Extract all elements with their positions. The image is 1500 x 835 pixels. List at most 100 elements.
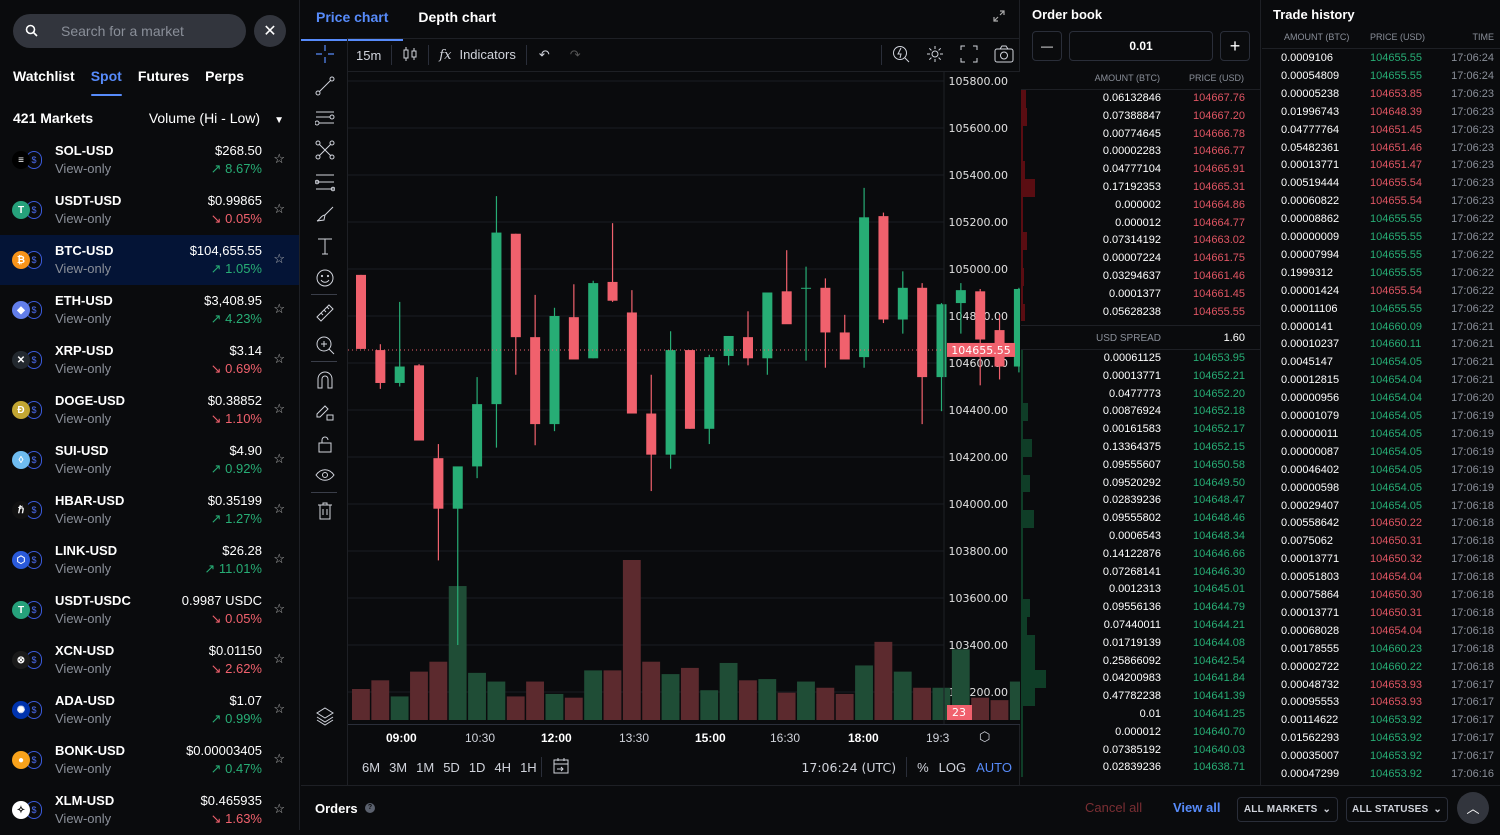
star-icon[interactable]: ☆ — [273, 451, 285, 467]
clock-readout[interactable]: 17:06:24 (UTC) — [801, 760, 896, 775]
bid-row[interactable]: 0.00061125 104653.95 — [1021, 350, 1261, 368]
ask-row[interactable]: 0.05628238 104655.55 — [1021, 303, 1261, 322]
horizontal-lines-icon[interactable] — [301, 102, 348, 134]
crosshair-icon[interactable] — [301, 38, 348, 70]
market-row[interactable]: ₿ $ BTC-USD View-only $104,655.55 ↗ 1.05% ☆ — [0, 235, 299, 285]
percent-scale-toggle[interactable]: % — [917, 760, 929, 775]
market-row[interactable]: T $ USDT-USD View-only $0.99865 ↘ 0.05% ☆ — [0, 185, 299, 235]
range-1h[interactable]: 1H — [520, 760, 537, 775]
ask-row[interactable]: 0.07314192 104663.02 — [1021, 232, 1261, 251]
range-4h[interactable]: 4H — [494, 760, 511, 775]
bid-row[interactable]: 0.0012313 104645.01 — [1021, 581, 1261, 600]
layers-icon[interactable] — [301, 700, 348, 732]
star-icon[interactable]: ☆ — [273, 601, 285, 617]
bid-row[interactable]: 0.0477773 104652.20 — [1021, 385, 1261, 404]
status-filter-dropdown[interactable]: ALL STATUSES ⌄ — [1346, 797, 1448, 822]
ask-row[interactable]: 0.00007224 104661.75 — [1021, 250, 1261, 268]
market-row[interactable]: ● $ BONK-USD View-only $0.00003405 ↗ 0.47% ☆ — [0, 735, 299, 785]
lock-drawing-icon[interactable] — [301, 396, 348, 428]
zoom-in-icon[interactable] — [301, 329, 348, 361]
star-icon[interactable]: ☆ — [273, 351, 285, 367]
pattern-icon[interactable] — [301, 134, 348, 166]
unlock-icon[interactable] — [301, 428, 348, 460]
bid-row[interactable]: 0.02839236 104648.47 — [1021, 492, 1261, 511]
tab-spot[interactable]: Spot — [90, 68, 122, 96]
star-icon[interactable]: ☆ — [273, 701, 285, 717]
bid-row[interactable]: 0.04200983 104641.84 — [1021, 670, 1261, 689]
bid-row[interactable]: 0.02839236 104638.71 — [1021, 759, 1261, 778]
market-row[interactable]: ◆ $ ETH-USD View-only $3,408.95 ↗ 4.23% ☆ — [0, 285, 299, 335]
market-row[interactable]: ≡ $ SOL-USD View-only $268.50 ↗ 8.67% ☆ — [0, 135, 299, 185]
tab-depth-chart[interactable]: Depth chart — [418, 0, 496, 38]
camera-icon[interactable] — [994, 45, 1014, 66]
star-icon[interactable]: ☆ — [273, 151, 285, 167]
close-search-button[interactable]: ✕ — [254, 15, 286, 47]
decrease-step-button[interactable]: — — [1032, 31, 1062, 61]
range-1m[interactable]: 1M — [416, 760, 434, 775]
sort-dropdown[interactable]: Volume (Hi - Low) ▼ — [149, 110, 288, 126]
markets-filter-dropdown[interactable]: ALL MARKETS ⌄ — [1237, 797, 1338, 822]
fib-icon[interactable] — [301, 166, 348, 198]
tab-perps[interactable]: Perps — [205, 68, 244, 96]
trash-icon[interactable] — [301, 495, 348, 527]
bid-row[interactable]: 0.0006543 104648.34 — [1021, 528, 1261, 546]
tab-watchlist[interactable]: Watchlist — [13, 68, 75, 96]
market-row[interactable]: ⊗ $ XCN-USD View-only $0.01150 ↘ 2.62% ☆ — [0, 635, 299, 685]
bid-row[interactable]: 0.000012 104640.70 — [1021, 723, 1261, 742]
star-icon[interactable]: ☆ — [273, 301, 285, 317]
undo-icon[interactable]: ↶ — [539, 47, 550, 63]
ask-row[interactable]: 0.06132846 104667.76 — [1021, 90, 1261, 108]
ruler-icon[interactable] — [301, 297, 348, 329]
indicators-button[interactable]: fx Indicators — [439, 47, 516, 63]
ask-row[interactable]: 0.0001377 104661.45 — [1021, 285, 1261, 304]
ask-row[interactable]: 0.00002283 104666.77 — [1021, 143, 1261, 162]
cancel-all-button[interactable]: Cancel all — [1085, 800, 1142, 815]
star-icon[interactable]: ☆ — [273, 651, 285, 667]
increase-step-button[interactable]: + — [1220, 31, 1250, 61]
ask-row[interactable]: 0.07388847 104667.20 — [1021, 107, 1261, 126]
redo-icon[interactable]: ↷ — [570, 47, 581, 63]
step-value-field[interactable]: 0.01 — [1069, 31, 1213, 61]
ask-row[interactable]: 0.04777104 104665.91 — [1021, 161, 1261, 179]
interval-selector[interactable]: 15m — [356, 48, 381, 63]
expand-orders-button[interactable]: ︿ — [1457, 792, 1489, 824]
market-row[interactable]: Ð $ DOGE-USD View-only $0.38852 ↘ 1.10% ☆ — [0, 385, 299, 435]
brush-icon[interactable] — [301, 198, 348, 230]
log-scale-toggle[interactable]: LOG — [939, 760, 966, 775]
tab-futures[interactable]: Futures — [138, 68, 189, 96]
bid-row[interactable]: 0.25866092 104642.54 — [1021, 652, 1261, 671]
bid-row[interactable]: 0.01 104641.25 — [1021, 706, 1261, 724]
candlestick-chart[interactable]: 105800.00 105600.00 105400.00 105200.00 1050… — [348, 72, 1020, 724]
star-icon[interactable]: ☆ — [273, 501, 285, 517]
bid-row[interactable]: 0.01719139 104644.08 — [1021, 634, 1261, 653]
market-row[interactable]: ◊ $ SUI-USD View-only $4.90 ↗ 0.92% ☆ — [0, 435, 299, 485]
settings-gear-icon[interactable] — [926, 45, 944, 66]
bid-row[interactable]: 0.00876924 104652.18 — [1021, 403, 1261, 422]
bid-row[interactable]: 0.00013771 104652.21 — [1021, 367, 1261, 386]
bid-row[interactable]: 0.07440011 104644.21 — [1021, 617, 1261, 635]
candle-type-icon[interactable] — [402, 46, 418, 65]
market-row[interactable]: ✕ $ XRP-USD View-only $3.14 ↘ 0.69% ☆ — [0, 335, 299, 385]
bid-row[interactable]: 0.00161583 104652.17 — [1021, 421, 1261, 439]
market-row[interactable]: ℏ $ HBAR-USD View-only $0.35199 ↗ 1.27% ☆ — [0, 485, 299, 535]
visibility-icon[interactable] — [301, 460, 348, 492]
star-icon[interactable]: ☆ — [273, 801, 285, 817]
market-search[interactable] — [13, 14, 246, 48]
bid-row[interactable]: 0.13364375 104652.15 — [1021, 439, 1261, 457]
bid-row[interactable]: 0.09555607 104650.58 — [1021, 456, 1261, 475]
text-icon[interactable] — [301, 230, 348, 262]
star-icon[interactable]: ☆ — [273, 251, 285, 267]
magnet-icon[interactable] — [301, 364, 348, 396]
range-1d[interactable]: 1D — [469, 760, 486, 775]
ask-row[interactable]: 0.000002 104664.86 — [1021, 196, 1261, 215]
star-icon[interactable]: ☆ — [273, 751, 285, 767]
star-icon[interactable]: ☆ — [273, 201, 285, 217]
tab-price-chart[interactable]: Price chart — [300, 0, 404, 41]
emoji-icon[interactable] — [301, 262, 348, 294]
axis-settings-icon[interactable]: ⬡ — [979, 729, 990, 745]
bid-row[interactable]: 0.14122876 104646.66 — [1021, 545, 1261, 564]
range-5d[interactable]: 5D — [443, 760, 460, 775]
bid-row[interactable]: 0.09520292 104649.50 — [1021, 474, 1261, 493]
market-row[interactable]: ✧ $ XLM-USD View-only $0.465935 ↘ 1.63% ☆ — [0, 785, 299, 835]
expand-icon[interactable] — [993, 10, 1005, 25]
